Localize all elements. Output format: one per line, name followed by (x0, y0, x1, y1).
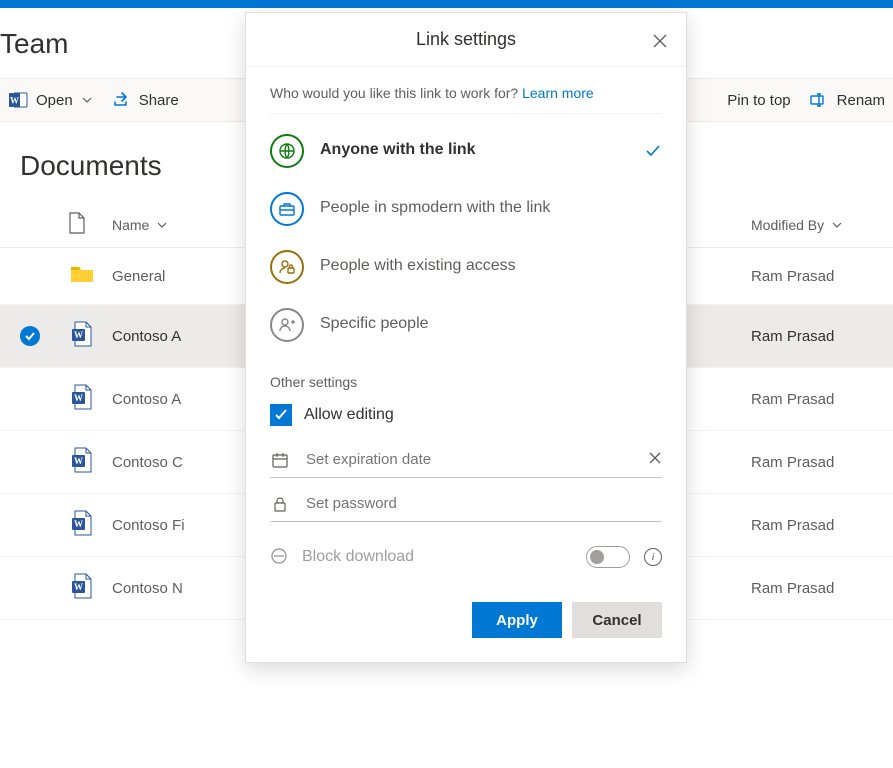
apply-button[interactable]: Apply (472, 602, 562, 638)
modified-by: Ram Prasad (751, 454, 834, 471)
other-settings-title: Other settings (270, 368, 662, 400)
option-org[interactable]: People in spmodern with the link (270, 180, 662, 238)
folder-icon (70, 271, 94, 288)
file-name: Contoso C (112, 454, 183, 471)
file-name: Contoso N (112, 580, 183, 597)
svg-text:W: W (74, 393, 83, 403)
option-specific[interactable]: Specific people (270, 296, 662, 354)
word-doc-icon: W (71, 397, 93, 414)
modified-by: Ram Prasad (751, 268, 834, 285)
svg-text:W: W (74, 330, 83, 340)
modified-by: Ram Prasad (751, 580, 834, 597)
share-button[interactable]: Share (111, 90, 179, 110)
password-field[interactable] (270, 484, 662, 522)
svg-text:W: W (74, 582, 83, 592)
word-doc-icon: W (71, 523, 93, 540)
file-generic-icon (68, 212, 86, 234)
learn-more-link[interactable]: Learn more (522, 85, 594, 101)
file-name: General (112, 268, 165, 285)
file-name: Contoso A (112, 328, 181, 345)
password-input[interactable] (304, 494, 662, 513)
lock-icon (270, 495, 290, 513)
file-name: Contoso A (112, 391, 181, 408)
svg-text:W: W (74, 519, 83, 529)
close-icon (652, 33, 668, 49)
info-icon[interactable]: i (644, 548, 662, 566)
allow-editing-checkbox[interactable]: Allow editing (270, 400, 662, 440)
file-name: Contoso Fi (112, 517, 185, 534)
word-doc-icon: W (71, 460, 93, 477)
scope-options: Anyone with the link People in spmodern … (270, 114, 662, 368)
close-icon (648, 451, 662, 465)
check-icon (270, 404, 292, 426)
cancel-button[interactable]: Cancel (572, 602, 662, 638)
rename-label: Renam (837, 92, 885, 109)
selected-indicator[interactable] (20, 326, 40, 346)
check-icon (644, 134, 662, 163)
dialog-header: Link settings (246, 13, 686, 67)
svg-text:W: W (74, 456, 83, 466)
rename-icon (809, 90, 829, 110)
chevron-down-icon (157, 220, 167, 230)
people-plus-icon (270, 308, 304, 342)
word-app-icon: W (8, 90, 28, 110)
calendar-icon (270, 451, 290, 469)
chevron-down-icon (81, 94, 93, 106)
modified-by: Ram Prasad (751, 517, 834, 534)
share-label: Share (139, 92, 179, 109)
word-doc-icon: W (71, 586, 93, 603)
block-download-toggle[interactable] (586, 546, 630, 568)
option-anyone[interactable]: Anyone with the link (270, 122, 662, 180)
briefcase-icon (270, 192, 304, 226)
people-lock-icon (270, 250, 304, 284)
share-icon (111, 90, 131, 110)
expiration-input[interactable] (304, 450, 634, 469)
dialog-title: Link settings (416, 29, 516, 50)
modified-by: Ram Prasad (751, 328, 834, 345)
pin-label: Pin to top (727, 92, 790, 109)
open-label: Open (36, 92, 73, 109)
column-modified-by[interactable]: Modified By (743, 202, 893, 248)
rename-button[interactable]: Renam (809, 90, 885, 110)
globe-icon (270, 134, 304, 168)
modified-by: Ram Prasad (751, 391, 834, 408)
link-settings-dialog: Link settings Who would you like this li… (245, 12, 687, 663)
word-doc-icon: W (71, 334, 93, 351)
open-button[interactable]: W Open (8, 90, 93, 110)
who-prompt: Who would you like this link to work for… (270, 85, 662, 114)
chevron-down-icon (832, 220, 842, 230)
expiration-field[interactable] (270, 440, 662, 478)
svg-text:W: W (10, 96, 19, 106)
dialog-footer: Apply Cancel (246, 578, 686, 662)
close-button[interactable] (648, 29, 672, 53)
option-existing[interactable]: People with existing access (270, 238, 662, 296)
clear-expiration-button[interactable] (648, 451, 662, 468)
block-icon (270, 547, 288, 568)
pin-button[interactable]: Pin to top (727, 92, 790, 109)
block-download-row: Block download i (270, 528, 662, 578)
app-ribbon (0, 0, 893, 8)
